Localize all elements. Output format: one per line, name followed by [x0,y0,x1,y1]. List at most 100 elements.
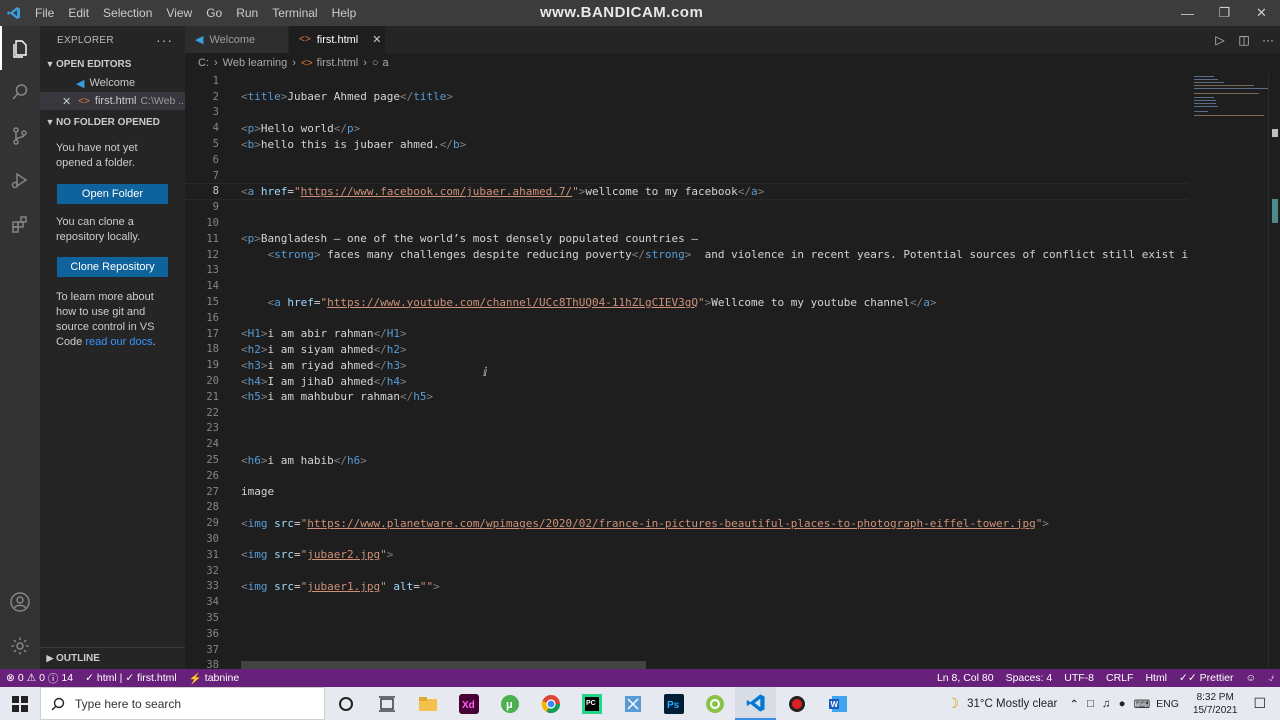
cursor-position[interactable]: Ln 8, Col 80 [931,672,1000,684]
menu-go[interactable]: Go [199,0,229,26]
code-line[interactable]: 31 <img src="jubaer2.jpg"> [185,547,1188,563]
prettier-indicator[interactable]: ✓✓ Prettier [1173,672,1239,684]
cortana-icon[interactable] [325,687,366,720]
code-line[interactable]: 3 [185,105,1188,121]
snipping-tool-icon[interactable] [612,687,653,720]
code-line[interactable]: 32 [185,563,1188,579]
no-folder-section[interactable]: ▼ NO FOLDER OPENED [40,112,185,132]
vscode-icon[interactable] [735,687,776,720]
open-editor-welcome[interactable]: ◀ Welcome [40,74,185,92]
breadcrumb-symbol[interactable]: a [383,57,389,69]
open-editor-first-html[interactable]: ✕ <> first.html C:\Web ... [40,92,185,110]
file-explorer-icon[interactable] [407,687,448,720]
menu-terminal[interactable]: Terminal [265,0,324,26]
code-line[interactable]: 24 [185,436,1188,452]
search-icon[interactable] [0,70,40,114]
close-window-button[interactable]: ✕ [1243,0,1280,26]
maximize-button[interactable]: ❐ [1206,0,1243,26]
notifications-bell-icon[interactable]: ⍻ [1262,672,1280,685]
language-indicator[interactable]: ENG [1156,698,1179,710]
code-line[interactable]: 10 [185,215,1188,231]
code-line[interactable]: 7 [185,168,1188,184]
code-line[interactable]: 27 image [185,484,1188,500]
code-line[interactable]: 8 <a href="https://www.facebook.com/jubae… [185,182,1188,201]
code-line[interactable]: 19 <h3>i am riyad ahmed</h3> [185,357,1188,373]
run-icon[interactable]: ▷ [1208,33,1232,47]
code-line[interactable]: 5 <b>hello this is jubaer ahmed.</b> [185,136,1188,152]
code-line[interactable]: 25 <h6>i am habib</h6> [185,452,1188,468]
breadcrumb-folder[interactable]: Web learning [223,57,288,69]
clock[interactable]: 8:32 PM 15/7/2021 [1183,691,1248,717]
code-line[interactable]: 6 [185,152,1188,168]
menu-help[interactable]: Help [325,0,364,26]
code-line[interactable]: 9 [185,199,1188,215]
code-line[interactable]: 20 <h4>I am jihaD ahmed</h4> [185,373,1188,389]
indentation[interactable]: Spaces: 4 [1000,672,1059,684]
language-mode[interactable]: Html [1139,672,1173,684]
chevron-up-icon[interactable]: ⌃ [1069,697,1079,711]
clone-repository-button[interactable]: Clone Repository [57,257,168,277]
code-line[interactable]: 29 <img src="https://www.planetware.com/w… [185,515,1188,531]
code-line[interactable]: 17 <H1>i am abir rahman</H1> [185,326,1188,342]
code-editor[interactable]: 38 37 36 35 34 33 <img src="jubaer1.jpg" alt="… [185,73,1188,669]
horizontal-scrollbar[interactable] [241,661,646,669]
open-folder-button[interactable]: Open Folder [57,184,168,204]
code-line[interactable]: 28 [185,500,1188,516]
feedback-icon[interactable]: ☺ [1239,672,1262,684]
code-line[interactable]: 34 [185,594,1188,610]
adobe-xd-icon[interactable]: Xd [448,687,489,720]
menu-view[interactable]: View [159,0,199,26]
close-icon[interactable]: ✕ [372,33,381,46]
network-icon[interactable]: □ [1087,698,1094,710]
utorrent-icon[interactable]: μ [489,687,530,720]
tabnine-indicator[interactable]: ⚡ tabnine [183,672,246,685]
code-line[interactable]: 4 <p>Hello world</p> [185,120,1188,136]
speaker-icon[interactable]: ♫ [1102,698,1111,710]
code-line[interactable]: 16 [185,310,1188,326]
breadcrumb-drive[interactable]: C: [198,57,209,69]
ime-icon[interactable]: ⌨ [1134,697,1151,711]
more-actions-icon[interactable]: ··· [156,32,173,48]
problems-indicator[interactable]: ⊗ 0 ⚠ 0 ⓘ 14 [0,671,79,686]
code-line[interactable]: 1 [185,73,1188,89]
notification-center-icon[interactable]: ☐ [1247,695,1280,712]
weather-text[interactable]: 31°C Mostly clear [967,698,1057,710]
code-line[interactable]: 30 [185,531,1188,547]
code-line[interactable]: 18 <h2>i am siyam ahmed</h2> [185,342,1188,358]
code-line[interactable]: 21 <h5>i am mahbubur rahman</h5> [185,389,1188,405]
read-docs-link[interactable]: read our docs [85,336,152,348]
pycharm-icon[interactable]: PC [571,687,612,720]
more-actions-icon[interactable]: ··· [1256,33,1280,47]
close-icon[interactable]: ✕ [62,95,71,108]
explorer-icon[interactable] [0,26,40,70]
run-debug-icon[interactable] [0,158,40,202]
end-of-line[interactable]: CRLF [1100,672,1139,684]
menu-selection[interactable]: Selection [96,0,159,26]
open-editors-section[interactable]: ▼ OPEN EDITORS [40,54,185,74]
microphone-icon[interactable]: ● [1119,698,1126,710]
code-line[interactable]: 12 <strong> faces many challenges despit… [185,247,1188,263]
taskbar-search-input[interactable]: Type here to search [40,687,325,720]
outline-section[interactable]: ▶ OUTLINE [40,647,185,669]
code-line[interactable]: 36 [185,626,1188,642]
minimap[interactable] [1188,73,1269,669]
tab-welcome[interactable]: ◀ Welcome [185,26,289,53]
code-line[interactable]: 37 [185,642,1188,658]
vertical-scrollbar[interactable] [1268,73,1280,669]
photoshop-icon[interactable]: Ps [653,687,694,720]
breadcrumb-file[interactable]: first.html [317,57,359,69]
encoding[interactable]: UTF-8 [1058,672,1100,684]
minimize-button[interactable]: — [1169,0,1206,26]
android-icon[interactable] [694,687,735,720]
accounts-icon[interactable] [0,580,40,624]
code-line[interactable]: 35 [185,610,1188,626]
split-editor-icon[interactable]: ◫ [1232,33,1256,47]
settings-gear-icon[interactable] [0,624,40,668]
windows-start-icon[interactable] [0,687,40,720]
code-line[interactable]: 2 <title>Jubaer Ahmed page</title> [185,89,1188,105]
menu-edit[interactable]: Edit [61,0,96,26]
code-line[interactable]: 33 <img src="jubaer1.jpg" alt=""> [185,579,1188,595]
code-line[interactable]: 14 [185,278,1188,294]
code-line[interactable]: 22 [185,405,1188,421]
code-line[interactable]: 26 [185,468,1188,484]
